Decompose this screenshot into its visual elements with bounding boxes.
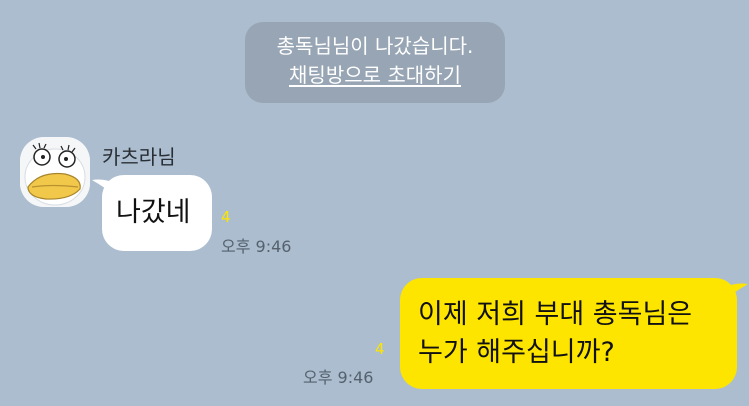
duck-avatar-icon (20, 137, 90, 207)
outgoing-timestamp: 오후 9:46 (303, 368, 374, 387)
incoming-unread-count: 4 (221, 208, 231, 226)
system-notice: 총독님님이 나갔습니다. 채팅방으로 초대하기 (245, 22, 505, 103)
left-notice-text: 총독님님이 나갔습니다. (276, 34, 474, 58)
outgoing-message-bubble[interactable]: 이제 저희 부대 총독님은 누가 해주십니까? (400, 278, 737, 389)
incoming-message-bubble[interactable]: 나갔네 (102, 175, 212, 251)
outgoing-unread-count: 4 (375, 340, 385, 358)
avatar[interactable] (20, 137, 90, 207)
outgoing-message-line-1: 이제 저희 부대 총독님은 (418, 299, 693, 330)
outgoing-message-line-2: 누가 해주십니까? (418, 337, 615, 368)
invite-to-chatroom-link[interactable]: 채팅방으로 초대하기 (289, 61, 461, 90)
sender-name: 카츠라님 (102, 145, 176, 169)
incoming-timestamp: 오후 9:46 (221, 237, 292, 256)
